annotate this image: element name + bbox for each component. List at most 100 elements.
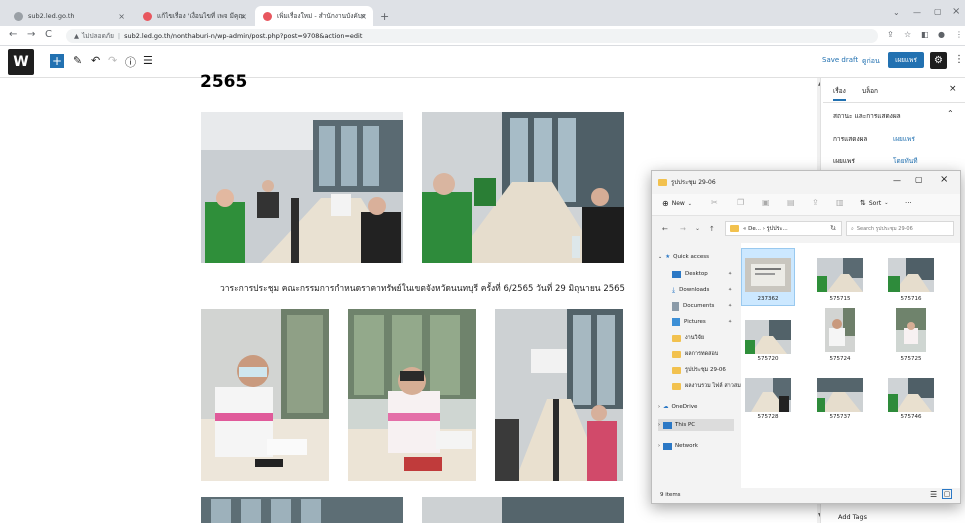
- pictures-icon: [672, 318, 680, 326]
- explorer-search-input[interactable]: ⌕ Search รูปประชุม 29-06: [846, 221, 954, 236]
- sort-button[interactable]: ⇅ Sort ⌄: [860, 199, 888, 207]
- meeting-photo-1[interactable]: [201, 112, 403, 263]
- sidebar-tab-block[interactable]: บล็อก: [862, 86, 878, 96]
- share-icon[interactable]: ⇪: [887, 30, 894, 39]
- visibility-value-link[interactable]: เผยแพร่: [893, 134, 915, 144]
- forward-icon[interactable]: →: [680, 225, 686, 233]
- explorer-address-bar[interactable]: « De... › รูปประ... ⌄: [725, 221, 842, 236]
- options-dots-icon[interactable]: ⋮: [954, 54, 964, 65]
- file-thumbnail[interactable]: [817, 258, 863, 292]
- info-icon[interactable]: ⓘ: [125, 54, 136, 70]
- browser-tab-3-active[interactable]: เพิ่มเรื่องใหม่ - สำนักงานบังคับคดีจังหว…: [255, 6, 373, 26]
- refresh-icon[interactable]: ↻: [830, 224, 836, 232]
- back-icon[interactable]: ←: [662, 225, 668, 233]
- tab-search-icon[interactable]: ⌄: [893, 8, 900, 17]
- up-arrow-icon[interactable]: ↑: [709, 225, 715, 233]
- explorer-path: « De... › รูปประ...: [743, 225, 788, 232]
- window-close-icon[interactable]: ×: [952, 6, 960, 17]
- file-thumbnail[interactable]: [817, 378, 863, 412]
- file-thumbnail[interactable]: [896, 308, 926, 352]
- star-icon: ★: [665, 254, 671, 260]
- file-thumbnail[interactable]: [888, 258, 934, 292]
- add-block-button[interactable]: +: [50, 54, 64, 68]
- nav-label: ผลการทดสอบ: [685, 351, 719, 357]
- profile-icon[interactable]: ●: [938, 30, 945, 39]
- meeting-photo-4[interactable]: [348, 309, 476, 481]
- recent-chevron-icon[interactable]: ⌄: [695, 225, 700, 232]
- rename-icon[interactable]: ▤: [787, 198, 795, 207]
- star-icon[interactable]: ☆: [904, 30, 911, 39]
- browser-tab-2[interactable]: แก้ไขเรื่อง 'เงื่อนไขที่ เพจ มีคุณรอบ ไป…: [135, 6, 253, 26]
- nav-onedrive[interactable]: › ☁ OneDrive: [658, 401, 740, 413]
- nav-this-pc[interactable]: › This PC: [658, 419, 734, 431]
- file-thumbnail[interactable]: [745, 320, 791, 354]
- close-icon[interactable]: ×: [240, 12, 247, 21]
- forward-arrow-icon[interactable]: →: [27, 29, 35, 40]
- file-thumbnail[interactable]: [825, 308, 855, 352]
- sidebar-tab-post[interactable]: เรื่อง: [833, 86, 846, 101]
- settings-gear-icon[interactable]: ⚙: [930, 52, 947, 69]
- pin-icon: ✦: [728, 271, 733, 277]
- close-sidebar-icon[interactable]: ×: [949, 84, 957, 94]
- preview-button[interactable]: ดูก่อน: [862, 56, 880, 67]
- add-tags-label[interactable]: Add Tags: [838, 513, 867, 521]
- meeting-photo-5[interactable]: [495, 309, 623, 481]
- save-draft-button[interactable]: Save draft: [822, 56, 858, 64]
- list-view-icon[interactable]: ☰: [143, 54, 153, 67]
- back-arrow-icon[interactable]: ←: [9, 29, 17, 40]
- publish-button[interactable]: เผยแพร่: [888, 52, 924, 68]
- explorer-item-count: 9 items: [660, 492, 681, 498]
- tab-title: sub2.led.go.th: [28, 12, 75, 20]
- chevron-up-icon[interactable]: ⌃: [947, 109, 954, 118]
- paste-icon[interactable]: ▣: [762, 198, 770, 207]
- computer-icon: [663, 421, 672, 429]
- explorer-maximize-icon[interactable]: ▢: [915, 175, 923, 184]
- delete-icon[interactable]: ▥: [836, 198, 844, 207]
- share-file-icon[interactable]: ⇪: [812, 198, 819, 207]
- undo-icon[interactable]: ↶: [91, 54, 100, 67]
- chevron-right-icon: ›: [658, 443, 660, 449]
- thumbnail-view-icon[interactable]: ▢: [942, 489, 952, 499]
- wordpress-logo-icon[interactable]: W: [8, 49, 34, 75]
- post-heading-text[interactable]: 2565: [200, 72, 247, 92]
- minimize-icon[interactable]: —: [913, 8, 921, 17]
- meeting-photo-7[interactable]: [422, 497, 624, 523]
- close-icon[interactable]: ×: [360, 12, 367, 21]
- nav-label: รูปประชุม 29-06: [685, 367, 726, 373]
- maximize-icon[interactable]: ▢: [934, 7, 942, 16]
- file-thumbnail[interactable]: [888, 378, 934, 412]
- image-caption[interactable]: วาระการประชุม คณะกรรมการกำหนดราคาทรัพย์ใ…: [220, 281, 625, 295]
- file-thumbnail[interactable]: [745, 258, 791, 292]
- close-icon[interactable]: ×: [118, 12, 125, 21]
- menu-dots-icon[interactable]: ⋮: [955, 30, 963, 39]
- new-button[interactable]: ⊕ New ⌄: [662, 199, 692, 208]
- explorer-minimize-icon[interactable]: —: [893, 176, 901, 185]
- redo-icon[interactable]: ↷: [108, 54, 117, 67]
- pencil-icon[interactable]: ✎: [73, 54, 82, 67]
- copy-icon[interactable]: ❐: [737, 198, 744, 207]
- file-thumbnail[interactable]: [745, 378, 791, 412]
- meeting-photo-3[interactable]: [201, 309, 329, 481]
- nav-folder-works[interactable]: ผลงานรวม ไฟล์ สาวสม: [672, 380, 742, 392]
- reload-icon[interactable]: C: [45, 29, 52, 40]
- sort-button-label: Sort: [868, 199, 882, 207]
- new-tab-button[interactable]: +: [380, 10, 389, 23]
- details-view-icon[interactable]: ☰: [930, 490, 937, 499]
- folder-icon: [658, 178, 667, 186]
- folder-icon: [672, 350, 681, 358]
- nav-quick-access[interactable]: ⌄ ★ Quick access: [658, 251, 740, 263]
- address-bar[interactable]: ▲ ไม่ปลอดภัย | sub2.led.go.th/nonthaburi…: [66, 29, 878, 43]
- meeting-photo-6[interactable]: [201, 497, 403, 523]
- cut-icon[interactable]: ✂: [711, 198, 718, 207]
- file-name: 237362: [757, 296, 779, 302]
- chevron-down-icon: ⌄: [687, 200, 692, 207]
- publish-label: เผยแพร่: [833, 157, 855, 165]
- more-options-icon[interactable]: ···: [905, 199, 912, 207]
- explorer-close-icon[interactable]: ×: [940, 174, 948, 185]
- sidepanel-icon[interactable]: ◧: [921, 30, 929, 39]
- meeting-photo-2[interactable]: [422, 112, 624, 263]
- browser-tab-1[interactable]: sub2.led.go.th ×: [6, 6, 131, 26]
- status-panel-title[interactable]: สถานะ และการแสดงผล: [833, 111, 901, 121]
- publish-date-link[interactable]: โดยทันที: [893, 156, 918, 166]
- nav-network[interactable]: › Network: [658, 440, 740, 452]
